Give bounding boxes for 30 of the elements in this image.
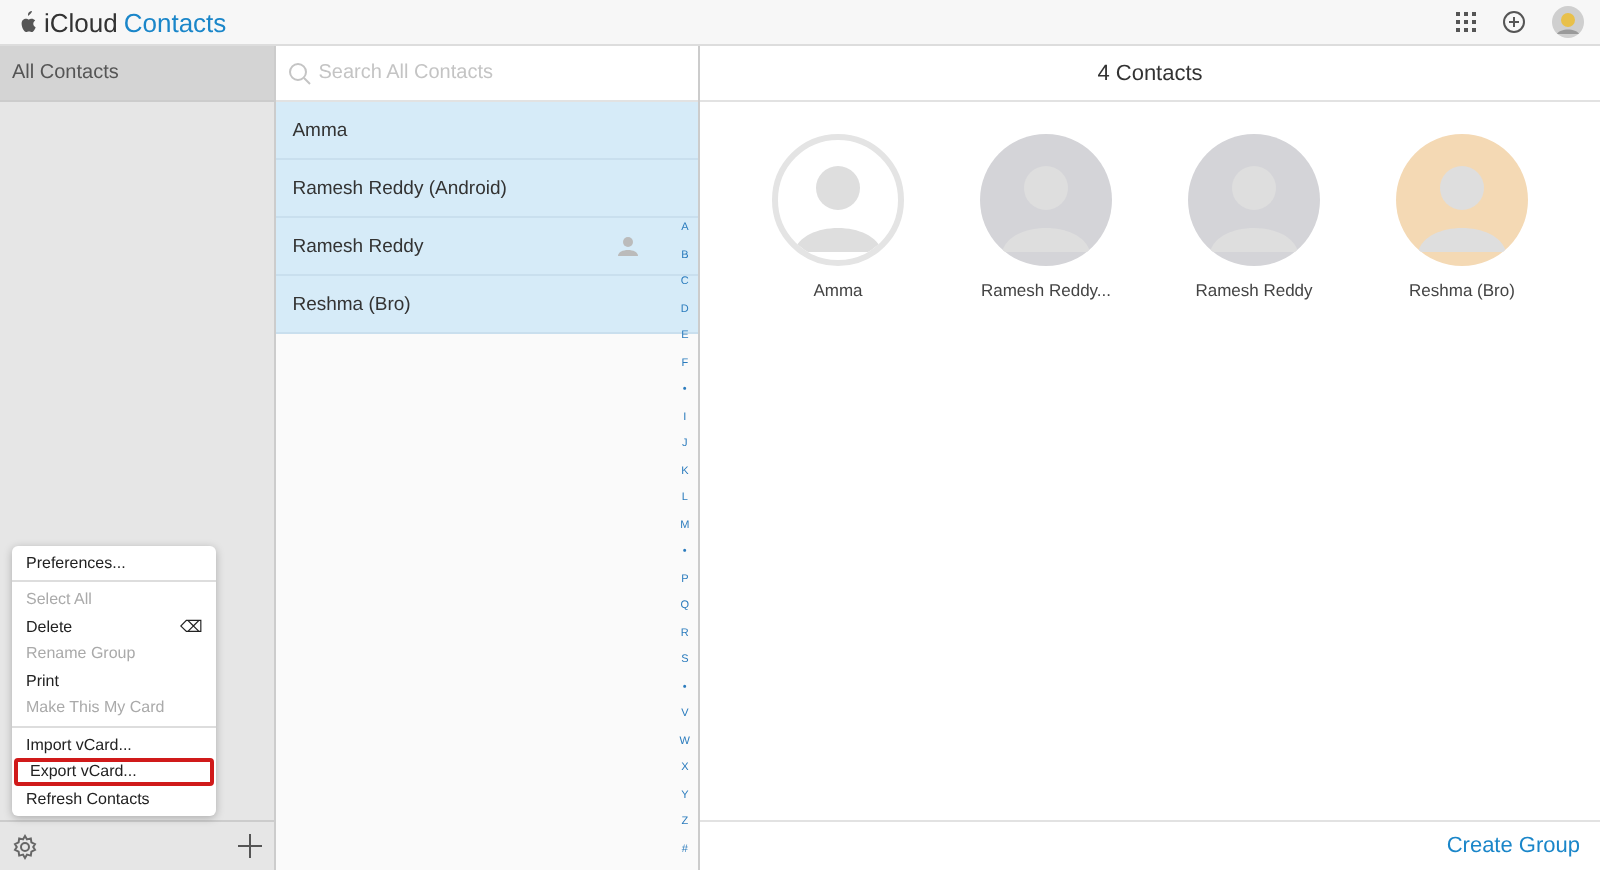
app-title: Contacts bbox=[123, 7, 227, 37]
contact-row[interactable]: Ramesh Reddy (Android) bbox=[276, 160, 698, 218]
contact-name: Reshma (Bro) bbox=[292, 293, 411, 315]
menu-item[interactable]: Import vCard... bbox=[14, 731, 214, 758]
menu-item[interactable]: Delete ⌫ bbox=[14, 613, 214, 640]
brand-name: iCloud bbox=[44, 7, 118, 37]
create-group-link[interactable]: Create Group bbox=[1446, 834, 1580, 858]
menu-item[interactable]: Print bbox=[14, 667, 214, 694]
contact-name: Ramesh Reddy (Android) bbox=[292, 177, 507, 199]
search-field[interactable]: Search All Contacts bbox=[276, 46, 698, 102]
contact-name: Amma bbox=[292, 119, 348, 141]
contact-name: Ramesh Reddy bbox=[1195, 280, 1313, 300]
search-icon bbox=[288, 62, 313, 86]
menu-item[interactable]: Export vCard... bbox=[14, 758, 214, 785]
delete-key-icon: ⌫ bbox=[180, 617, 202, 636]
contact-name: Ramesh Reddy... bbox=[980, 280, 1112, 300]
contact-name: Ramesh Reddy bbox=[292, 235, 424, 257]
apple-logo-icon bbox=[16, 10, 38, 34]
menu-item[interactable]: Refresh Contacts bbox=[14, 785, 214, 812]
menu-item[interactable]: Preferences... bbox=[14, 549, 214, 576]
group-item[interactable]: All Contacts bbox=[0, 46, 275, 102]
add-icon[interactable] bbox=[238, 834, 263, 858]
contacts-count: 4 Contacts bbox=[700, 46, 1600, 102]
settings-icon[interactable] bbox=[12, 833, 38, 859]
user-avatar-icon bbox=[1552, 6, 1584, 38]
add-circle-icon bbox=[1502, 10, 1526, 34]
contact-name: Amma bbox=[813, 280, 863, 300]
contact-row[interactable]: Amma bbox=[276, 102, 698, 160]
contact-name: Reshma (Bro) bbox=[1409, 280, 1515, 300]
app-grid-icon bbox=[1456, 12, 1476, 32]
